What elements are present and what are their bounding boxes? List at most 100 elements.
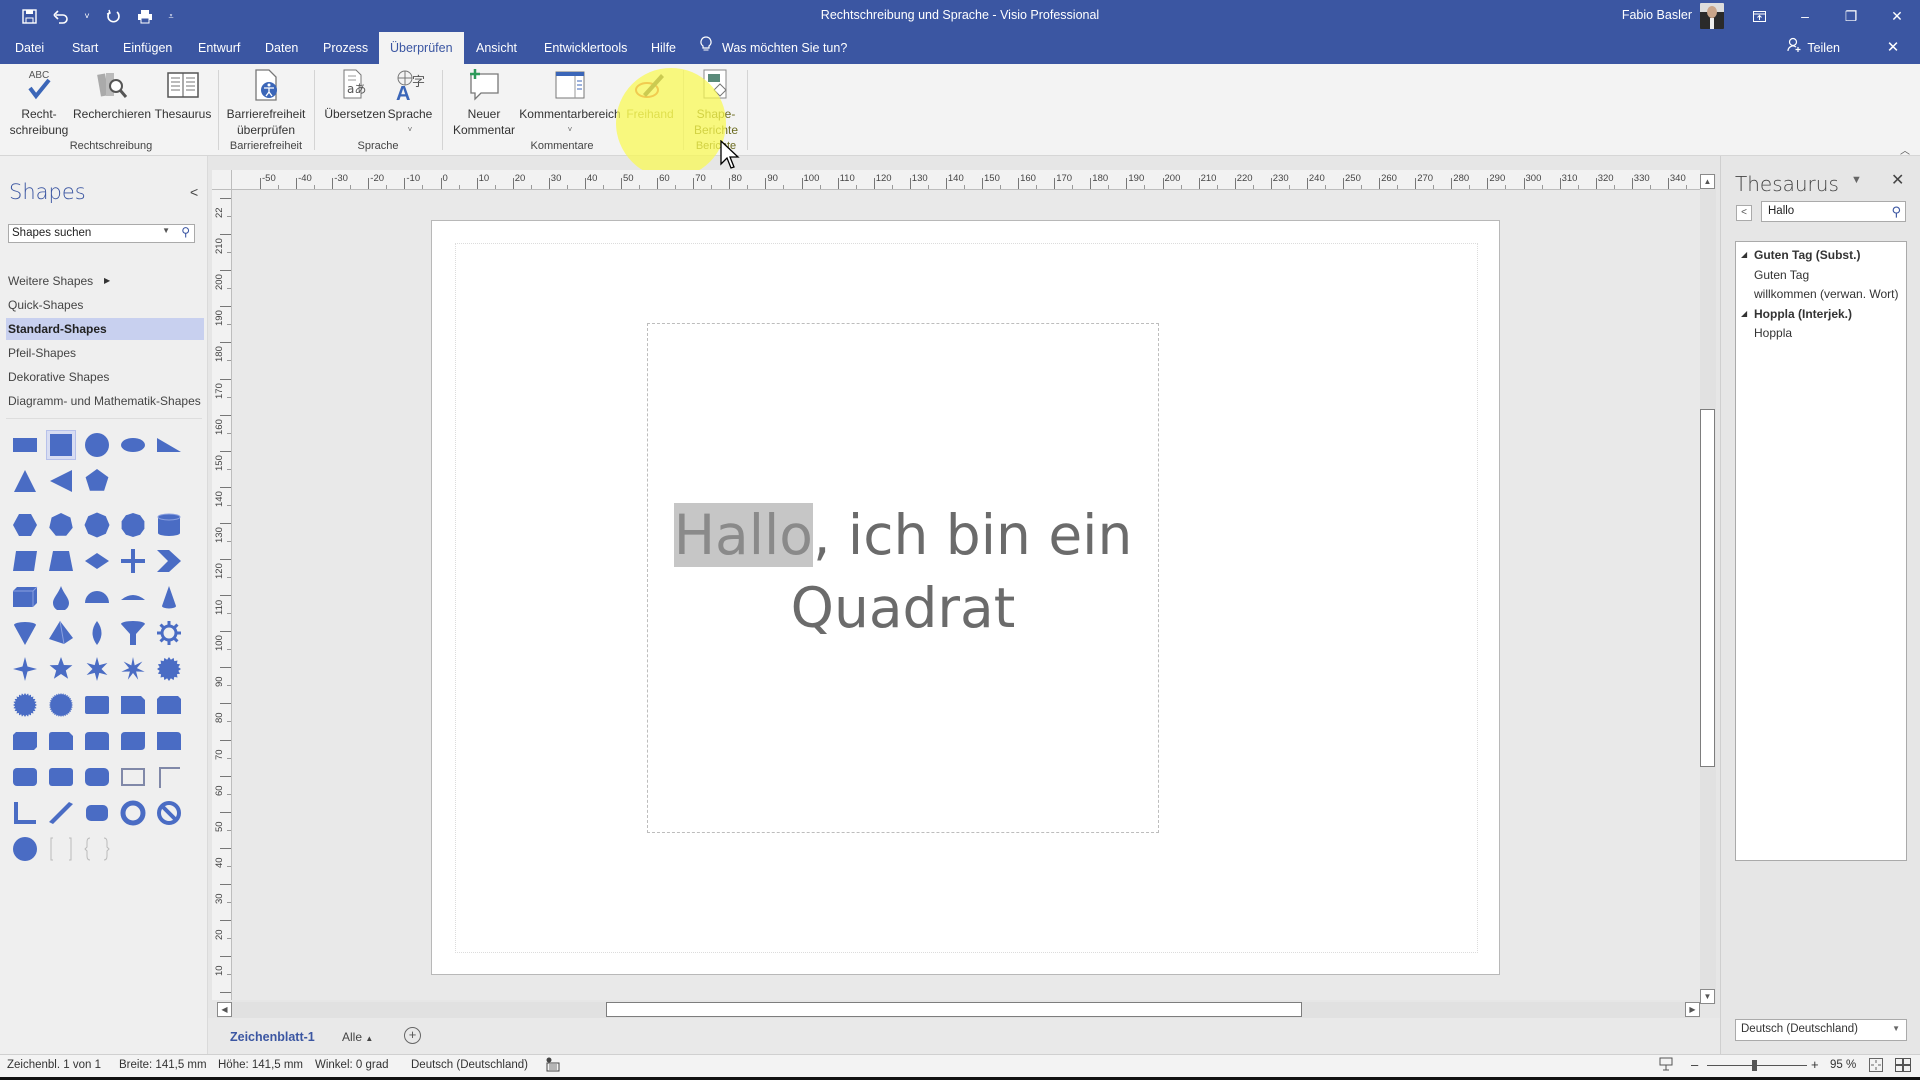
accessibility-check-button[interactable]: Barrierefreiheit überprüfen	[224, 68, 308, 138]
tab-start[interactable]: Start	[63, 32, 107, 64]
switch-windows-icon[interactable]	[1895, 1058, 1911, 1075]
panel-menu-icon[interactable]: ▼	[1851, 174, 1862, 186]
shape-bracket-icon[interactable]	[46, 834, 76, 864]
chevron-down-icon[interactable]: ▼	[162, 226, 170, 235]
shape-rectangle-icon[interactable]	[10, 430, 40, 460]
add-sheet-button[interactable]: +	[404, 1027, 421, 1044]
shape-pentagon-icon[interactable]	[82, 466, 112, 496]
drawing-page[interactable]: Hallo, ich bin ein Quadrat	[431, 220, 1500, 975]
thesaurus-synonym[interactable]: willkommen (verwan. Wort)	[1736, 285, 1906, 305]
scroll-down-arrow-icon[interactable]: ▼	[1700, 989, 1715, 1004]
horizontal-scroll-thumb[interactable]	[606, 1002, 1302, 1017]
close-icon[interactable]: ✕	[1891, 170, 1904, 190]
restore-button[interactable]: ❐	[1828, 0, 1874, 32]
translate-button[interactable]: aあ Übersetzen	[322, 68, 388, 122]
close-button[interactable]: ✕	[1874, 0, 1920, 32]
tab-ueberpruefen[interactable]: Überprüfen	[379, 32, 464, 64]
shape-7-point-star-icon[interactable]	[118, 654, 148, 684]
shape-funnel-icon[interactable]	[118, 618, 148, 648]
shape-round-single-rectangle-icon[interactable]	[154, 726, 184, 756]
shape-round-corner-rectangle-3-icon[interactable]	[82, 762, 112, 792]
ribbon-display-options-icon[interactable]	[1736, 0, 1782, 32]
shape-right-triangle-icon[interactable]	[154, 430, 184, 460]
close-document-button[interactable]: ✕	[1878, 32, 1908, 64]
shape-24-point-star-icon[interactable]	[10, 690, 40, 720]
tab-ansicht[interactable]: Ansicht	[467, 32, 526, 64]
shape-4-point-star-icon[interactable]	[10, 654, 40, 684]
back-button[interactable]: <	[1736, 205, 1752, 221]
tab-entwurf[interactable]: Entwurf	[189, 32, 249, 64]
shape-teardrop-icon[interactable]	[46, 582, 76, 612]
shape-6-point-star-icon[interactable]	[82, 654, 112, 684]
vertical-scrollbar[interactable]: ▲ ▼	[1700, 174, 1716, 1004]
thesaurus-heading[interactable]: Hoppla (Interjek.)	[1736, 304, 1906, 325]
shape-pyramid-icon[interactable]	[46, 618, 76, 648]
sheet-tab-zeichenblatt-1[interactable]: Zeichenblatt-1	[230, 1030, 315, 1044]
shape-parallelogram-icon[interactable]	[10, 546, 40, 576]
shape-diagonal-stripe-icon[interactable]	[46, 798, 76, 828]
shape-circle-2-icon[interactable]	[10, 834, 40, 864]
scroll-right-arrow-icon[interactable]: ▶	[1685, 1002, 1700, 1017]
tell-me-search[interactable]: Was möchten Sie tun?	[700, 32, 847, 64]
shape-cone-icon[interactable]	[154, 582, 184, 612]
shape-gear-icon[interactable]	[154, 618, 184, 648]
tab-hilfe[interactable]: Hilfe	[642, 32, 685, 64]
stencil-standard-shapes[interactable]: Standard-Shapes	[6, 318, 204, 340]
minimize-button[interactable]: –	[1782, 0, 1828, 32]
shape-snip-round-rectangle-icon[interactable]	[46, 726, 76, 756]
stencil-weitere-shapes[interactable]: Weitere Shapes ▶	[6, 270, 204, 292]
shape-brace-icon[interactable]	[82, 834, 112, 864]
shape-chevron-icon[interactable]	[154, 546, 184, 576]
avatar[interactable]	[1700, 3, 1724, 29]
macro-recording-icon[interactable]	[546, 1057, 560, 1075]
shape-32-point-star-icon[interactable]	[46, 690, 76, 720]
stencil-diagramm-mathematik-shapes[interactable]: Diagramm- und Mathematik-Shapes	[6, 390, 204, 412]
zoom-in-button[interactable]: +	[1811, 1057, 1819, 1072]
shape-snip-same-side-rectangle-icon[interactable]	[154, 690, 184, 720]
new-comment-button[interactable]: Neuer Kommentar	[448, 68, 520, 138]
shapes-search-input[interactable]: Shapes suchen ▼ ⚲	[8, 224, 195, 243]
search-icon[interactable]: ⚲	[1891, 204, 1901, 220]
tab-einfuegen[interactable]: Einfügen	[114, 32, 181, 64]
shape-l-shape-icon[interactable]	[10, 798, 40, 828]
drawing-canvas[interactable]: Hallo, ich bin ein Quadrat	[232, 190, 1700, 1000]
fit-page-icon[interactable]	[1869, 1058, 1883, 1075]
shape-round-corner-rectangle-icon[interactable]	[10, 762, 40, 792]
shape-single-snip-rectangle-icon[interactable]	[118, 690, 148, 720]
research-button[interactable]: Recherchieren	[73, 68, 151, 122]
shape-square-icon[interactable]	[46, 430, 76, 460]
shape-no-symbol-icon[interactable]	[154, 798, 184, 828]
shape-circle-icon[interactable]	[82, 430, 112, 460]
shape-decagon-icon[interactable]	[118, 510, 148, 540]
shape-frame-icon[interactable]	[118, 762, 148, 792]
shape-trapezoid-icon[interactable]	[46, 546, 76, 576]
shape-can-icon[interactable]	[154, 510, 184, 540]
shape-plaque-icon[interactable]	[82, 798, 112, 828]
shape-round-diagonal-rectangle-icon[interactable]	[118, 726, 148, 756]
thesaurus-synonym[interactable]: Guten Tag	[1736, 266, 1906, 286]
selected-word[interactable]: Hallo	[673, 503, 813, 567]
stencil-dekorative-shapes[interactable]: Dekorative Shapes	[6, 366, 204, 388]
vertical-scroll-thumb[interactable]	[1700, 409, 1715, 767]
shape-snip-diagonal-rectangle-icon[interactable]	[10, 726, 40, 756]
comments-pane-button[interactable]: Kommentarbereich ˅	[518, 68, 622, 138]
shape-cross-icon[interactable]	[118, 546, 148, 576]
shape-half-circle-icon[interactable]	[82, 582, 112, 612]
shape-octagon-icon[interactable]	[82, 510, 112, 540]
shape-hexagon-icon[interactable]	[10, 510, 40, 540]
horizontal-scrollbar[interactable]: ◀ ▶	[217, 1002, 1700, 1018]
thesaurus-heading[interactable]: Guten Tag (Subst.)	[1736, 245, 1906, 266]
status-language[interactable]: Deutsch (Deutschland)	[411, 1059, 528, 1071]
thesaurus-synonym[interactable]: Hoppla	[1736, 324, 1906, 344]
shape-reports-button[interactable]: Shape- Berichte	[688, 68, 744, 138]
thesaurus-button[interactable]: Thesaurus	[152, 68, 214, 122]
language-button[interactable]: A字 Sprache ˅	[386, 68, 434, 138]
shape-round-corner-rectangle-2-icon[interactable]	[46, 762, 76, 792]
status-page[interactable]: Zeichenbl. 1 von 1	[7, 1059, 101, 1071]
presentation-mode-icon[interactable]	[1659, 1057, 1673, 1075]
shape-5-point-star-icon[interactable]	[46, 654, 76, 684]
shape-inverted-cone-icon[interactable]	[10, 618, 40, 648]
square-shape[interactable]: Hallo, ich bin ein Quadrat	[647, 323, 1159, 833]
shape-rounded-rectangle-icon[interactable]	[82, 690, 112, 720]
shape-ellipse-icon[interactable]	[118, 430, 148, 460]
